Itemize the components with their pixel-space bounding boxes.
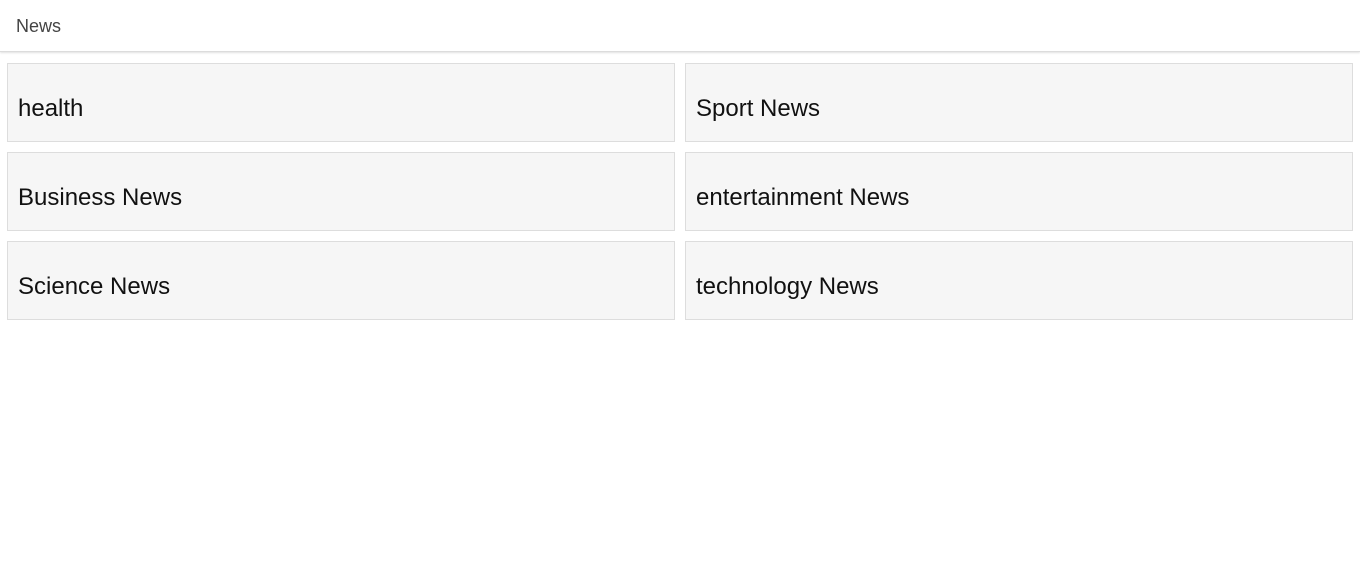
category-card-sport[interactable]: Sport News bbox=[685, 63, 1353, 142]
category-card-business[interactable]: Business News bbox=[7, 152, 675, 231]
category-label: technology News bbox=[696, 273, 879, 300]
category-card-entertainment[interactable]: entertainment News bbox=[685, 152, 1353, 231]
top-app-bar: News bbox=[0, 0, 1360, 52]
category-card-technology[interactable]: technology News bbox=[685, 241, 1353, 320]
category-card-science[interactable]: Science News bbox=[7, 241, 675, 320]
category-label: Business News bbox=[18, 184, 183, 211]
page-title: News bbox=[16, 16, 62, 36]
category-label: health bbox=[18, 95, 84, 122]
category-label: entertainment News bbox=[696, 184, 910, 211]
category-label: Science News bbox=[18, 273, 171, 300]
category-card-health[interactable]: health bbox=[7, 63, 675, 142]
category-grid: health Sport News Business News entertai… bbox=[7, 63, 1353, 320]
category-label: Sport News bbox=[696, 95, 821, 122]
